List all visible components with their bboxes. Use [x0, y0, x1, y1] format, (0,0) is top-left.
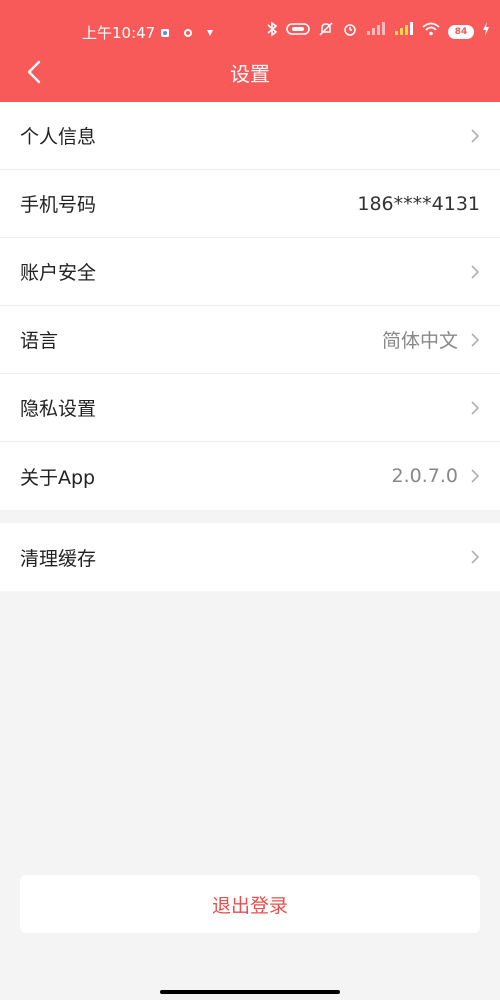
notification-icon — [205, 24, 215, 36]
chevron-right-icon — [470, 549, 480, 565]
row-label: 隐私设置 — [20, 398, 97, 420]
row-label: 语言 — [20, 330, 59, 352]
cache-list: 清理缓存 — [0, 523, 500, 591]
row-label: 账户安全 — [20, 262, 97, 284]
settings-row-language[interactable]: 语言 简体中文 — [0, 306, 500, 374]
language-value: 简体中文 — [381, 330, 458, 352]
chevron-right-icon — [470, 332, 480, 348]
row-label: 关于App — [20, 466, 96, 489]
row-label: 手机号码 — [20, 194, 97, 216]
status-bar: 上午10:47 84 — [0, 16, 500, 46]
chevron-right-icon — [470, 128, 480, 144]
settings-row-phone[interactable]: 手机号码 186****4131 — [0, 170, 500, 238]
notification-icon — [183, 24, 193, 37]
chevron-right-icon — [470, 264, 480, 280]
home-indicator[interactable] — [160, 990, 340, 994]
notification-icon — [160, 24, 170, 37]
status-time: 上午10:47 — [82, 24, 156, 42]
settings-row-about-app[interactable]: 关于App 2.0.7.0 — [0, 442, 500, 510]
row-label: 个人信息 — [20, 126, 97, 148]
charging-icon — [482, 22, 490, 41]
settings-row-personal-info[interactable]: 个人信息 — [0, 102, 500, 170]
status-icons: 84 — [266, 21, 490, 42]
alarm-icon — [342, 21, 358, 42]
row-label: 清理缓存 — [20, 547, 97, 570]
phone-number-value: 186****4131 — [357, 192, 480, 215]
wifi-icon — [422, 22, 440, 41]
settings-list: 个人信息 手机号码 186****4131 账户安全 语言 简体中文 隐私设置 … — [0, 102, 500, 510]
bluetooth-icon — [266, 21, 278, 42]
chevron-right-icon — [470, 400, 480, 416]
app-version-value: 2.0.7.0 — [391, 465, 458, 487]
signal-icon — [366, 22, 386, 41]
nfc-icon — [286, 22, 310, 41]
hd-signal-icon — [394, 22, 414, 41]
chevron-right-icon — [470, 468, 480, 484]
settings-row-account-security[interactable]: 账户安全 — [0, 238, 500, 306]
settings-row-privacy[interactable]: 隐私设置 — [0, 374, 500, 442]
page-title: 设置 — [230, 62, 270, 86]
nav-bar: 设置 — [0, 52, 500, 92]
app-header: 上午10:47 84 设置 — [0, 0, 500, 102]
mute-icon — [318, 21, 334, 42]
battery-icon: 84 — [448, 24, 474, 39]
logout-button[interactable]: 退出登录 — [20, 875, 480, 933]
settings-row-clear-cache[interactable]: 清理缓存 — [0, 523, 500, 591]
